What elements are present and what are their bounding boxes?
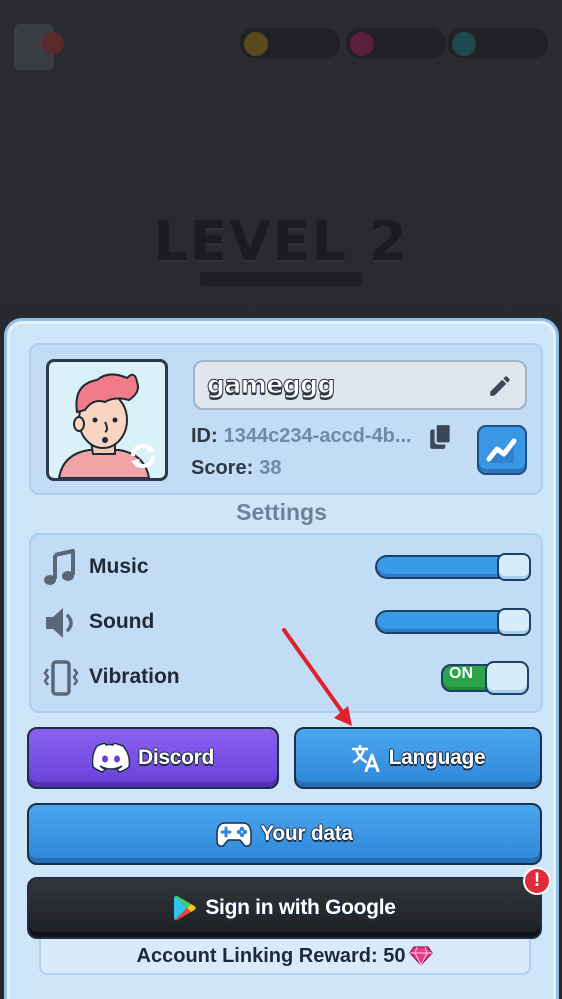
avatar-image [49,362,165,478]
background-notification-badge [42,32,64,54]
pencil-edit-icon[interactable] [487,373,513,399]
sound-volume-slider[interactable] [375,608,533,636]
vibration-toggle-knob[interactable] [485,661,529,695]
energy-icon [452,32,476,56]
gamepad-icon [216,822,252,847]
music-volume-slider[interactable] [375,553,533,581]
stats-chart-icon [486,438,517,463]
gem-icon [350,32,374,56]
stats-button[interactable] [477,425,527,475]
discord-button[interactable]: Discord [27,727,279,789]
vibration-icon [43,660,79,696]
change-avatar-icon[interactable] [127,440,159,470]
score-label: Score: [191,457,254,479]
sound-slider-handle[interactable] [497,608,531,636]
username-field[interactable]: gameggg [193,360,527,410]
gem-icon [409,946,434,966]
google-play-icon [174,895,197,921]
background-level-title: LEVEL 2 [153,210,409,273]
settings-title: Settings [236,499,327,525]
player-id-value: 1344c234-accd-4b... [223,425,412,447]
vibration-toggle[interactable]: ON [441,661,531,695]
discord-icon [91,743,130,773]
player-id-row: ID: 1344c234-accd-4b... [191,425,412,448]
alert-badge: ! [523,867,551,895]
annotation-arrow-icon [282,628,352,726]
google-sign-in-button[interactable]: Sign in with Google [27,877,542,939]
reward-text: Account Linking Reward: 50 [136,944,406,967]
score-value: 38 [259,457,282,479]
music-label: Music [89,555,149,578]
sound-label: Sound [89,610,155,633]
background-level-subtitle [200,272,362,286]
vibration-toggle-state: ON [449,665,473,682]
setting-row-music: Music [31,543,541,593]
coin-icon [244,32,268,56]
language-button[interactable]: Language [294,727,542,789]
username-text: gameggg [207,370,336,400]
avatar[interactable] [46,359,168,481]
vibration-label: Vibration [89,665,180,688]
language-button-label: Language [388,746,486,769]
music-slider-handle[interactable] [497,553,531,581]
speaker-icon [46,608,73,638]
music-note-icon [44,549,75,585]
score-row: Score: 38 [191,457,282,480]
profile-card: gameggg ID: 1344c234-accd-4b... Score: 38 [29,343,543,495]
background-top-bar [0,10,562,70]
player-id-label: ID: [191,425,218,447]
account-linking-reward: Account Linking Reward: 50 [39,939,531,975]
translate-icon [351,744,380,772]
your-data-button-label: Your data [260,822,353,845]
copy-icon[interactable] [428,423,454,451]
discord-button-label: Discord [137,746,215,769]
your-data-button[interactable]: Your data [27,803,542,865]
google-sign-in-label: Sign in with Google [205,896,396,919]
